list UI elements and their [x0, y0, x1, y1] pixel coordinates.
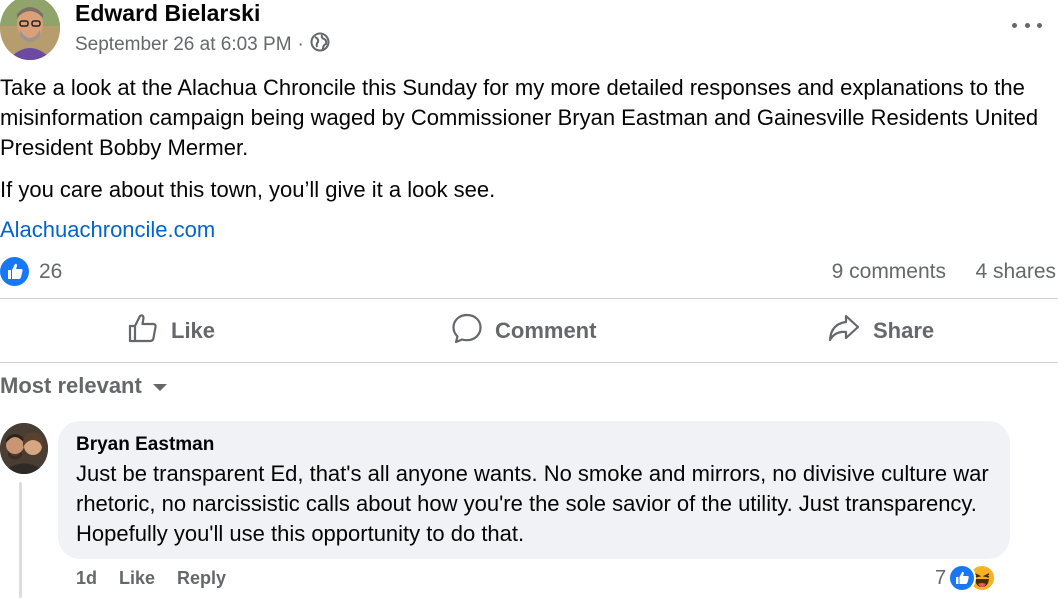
- like-reaction-icon[interactable]: [0, 257, 29, 286]
- comment-reaction-count: 7: [935, 566, 947, 589]
- like-label: Like: [171, 318, 216, 343]
- comment-text: Just be transparent Ed, that's all anyon…: [76, 461, 989, 546]
- shares-count[interactable]: 4 shares: [975, 260, 1056, 284]
- post-text-secondary: If you care about this town, you’ll give…: [0, 177, 496, 202]
- meta-separator: ·: [297, 34, 304, 55]
- author-name[interactable]: Edward Bielarski: [75, 0, 260, 27]
- divider: [0, 298, 1058, 299]
- comment-reply-button[interactable]: Reply: [177, 568, 226, 589]
- comment-reactions[interactable]: 7: [935, 564, 997, 592]
- comment-time[interactable]: 1d: [76, 568, 97, 589]
- like-button[interactable]: Like: [127, 314, 215, 348]
- sort-label: Most relevant: [0, 373, 142, 398]
- caret-down-icon: [152, 373, 168, 399]
- comment-bubble: Bryan Eastman Just be transparent Ed, th…: [58, 421, 1010, 559]
- reactions-summary: 26 9 comments 4 shares: [0, 256, 1058, 288]
- commenter-avatar[interactable]: [0, 423, 48, 474]
- post-timestamp[interactable]: September 26 at 6:03 PM: [75, 34, 292, 56]
- post-text: Take a look at the Alachua Chroncile thi…: [0, 75, 1039, 160]
- comment-like-button[interactable]: Like: [119, 568, 155, 589]
- share-label: Share: [873, 318, 935, 343]
- comments-count[interactable]: 9 comments: [832, 260, 946, 284]
- share-arrow-icon: [827, 312, 861, 350]
- comment-button[interactable]: Comment: [451, 312, 597, 350]
- post-link[interactable]: Alachuachroncile.com: [0, 215, 215, 245]
- commenter-name[interactable]: Bryan Eastman: [76, 433, 992, 457]
- post-meta: September 26 at 6:03 PM ·: [75, 32, 330, 58]
- comment-actions: 1d Like Reply: [76, 568, 226, 589]
- like-reaction-icon: [948, 564, 977, 592]
- post-action-bar: Like Comment Share: [0, 300, 1058, 362]
- globe-icon: [310, 32, 330, 58]
- more-dots-icon: [1012, 22, 1017, 28]
- comment-bubble-icon: [451, 312, 483, 350]
- reaction-count[interactable]: 26: [39, 260, 62, 284]
- share-button[interactable]: Share: [827, 314, 934, 348]
- thread-line: [19, 482, 22, 598]
- thumbs-up-icon: [127, 312, 159, 350]
- comment-sort-dropdown[interactable]: Most relevant: [0, 373, 168, 399]
- comment-label: Comment: [495, 318, 597, 343]
- divider: [0, 362, 1058, 363]
- author-avatar[interactable]: [0, 0, 60, 60]
- more-options-button[interactable]: [1012, 12, 1042, 38]
